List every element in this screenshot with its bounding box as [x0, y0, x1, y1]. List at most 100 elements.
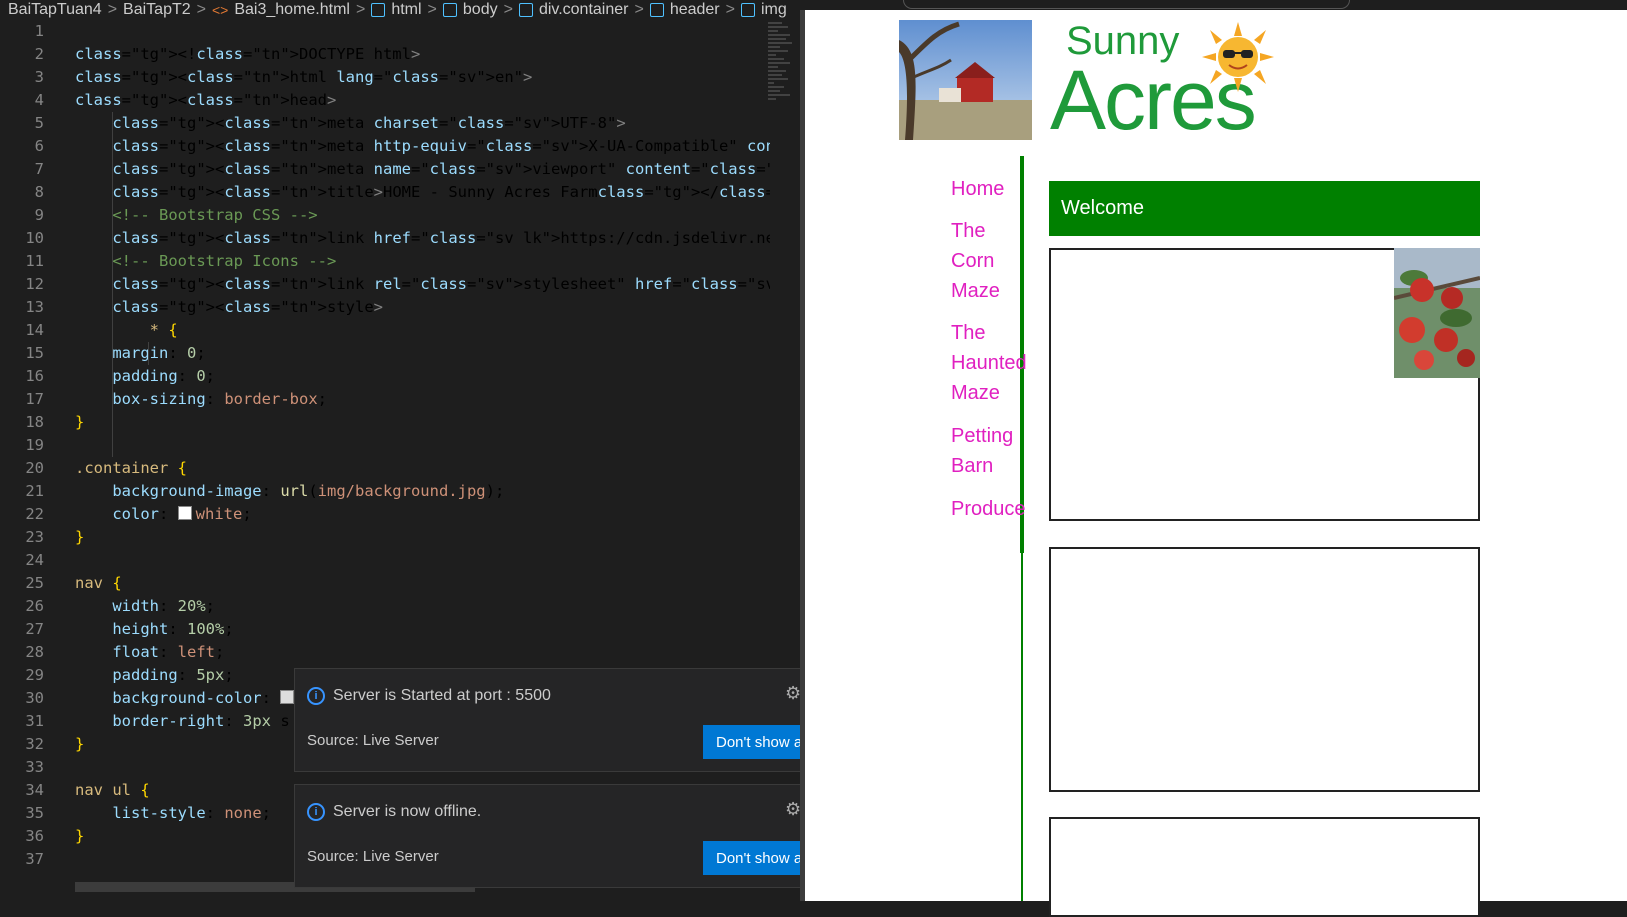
code-text: * {: [149, 321, 178, 339]
address-bar[interactable]: [903, 0, 1350, 9]
line-number: 20: [25, 459, 44, 477]
line-number: 31: [25, 712, 44, 730]
dont-show-again-button[interactable]: Don't show a: [703, 841, 803, 875]
code-text: class="tg"><class="tn">link href="class=…: [112, 229, 770, 247]
code-text: class="tg"><!class="tn">DOCTYPE html>: [75, 45, 421, 63]
breadcrumb-item-subfolder[interactable]: BaiTapT2: [123, 1, 191, 19]
line-number: 21: [25, 482, 44, 500]
code-text: class="tg"><class="tn">link rel="class="…: [112, 275, 770, 293]
info-icon: i: [307, 803, 325, 821]
line-number: 9: [34, 206, 44, 224]
code-text: <!-- Bootstrap Icons -->: [75, 252, 337, 270]
line-number: 19: [25, 436, 44, 454]
line-number: 36: [25, 827, 44, 845]
code-text: nav ul {: [75, 781, 150, 799]
info-icon: i: [307, 687, 325, 705]
line-number: 14: [25, 321, 44, 339]
line-number: 16: [25, 367, 44, 385]
code-text: height: 100%;: [112, 620, 234, 638]
line-number: 34: [25, 781, 44, 799]
code-text: float: left;: [112, 643, 225, 661]
code-text: class="tg"><class="tn">style>: [112, 298, 383, 316]
element-icon: [442, 3, 457, 17]
welcome-heading: Welcome: [1049, 181, 1480, 236]
nav-link-petting-barn[interactable]: Petting Barn: [951, 421, 1013, 481]
line-number: 7: [34, 160, 44, 178]
line-number: 24: [25, 551, 44, 569]
element-icon: [740, 3, 755, 17]
code-text: class="tg"><class="tn">title>HOME - Sunn…: [112, 183, 770, 201]
code-text: width: 20%;: [112, 597, 216, 615]
chevron-right-icon: >: [503, 1, 513, 18]
line-number: 30: [25, 689, 44, 707]
notification-message: Server is now offline.: [333, 803, 482, 820]
gear-icon[interactable]: ⚙: [785, 683, 801, 704]
notification-message: Server is Started at port : 5500: [333, 687, 551, 704]
code-text: }: [75, 528, 85, 546]
nav-link-corn-maze[interactable]: The Corn Maze: [951, 216, 1000, 306]
content-box: [1049, 817, 1480, 917]
line-number: 35: [25, 804, 44, 822]
nav-link-haunted-maze[interactable]: The Haunted Maze: [951, 318, 1027, 408]
line-number: 2: [34, 45, 44, 63]
line-number: 37: [25, 850, 44, 868]
indent-guide: [148, 342, 149, 365]
code-text: class="tg"><class="tn">meta name="class=…: [112, 160, 770, 178]
breadcrumb-item-img[interactable]: img: [761, 1, 787, 19]
line-number: 27: [25, 620, 44, 638]
nav-border-line: [1021, 553, 1023, 901]
code-text: .container {: [75, 459, 188, 477]
chevron-right-icon: >: [427, 1, 437, 18]
farm-photo: [899, 20, 1032, 140]
line-number: 8: [34, 183, 44, 201]
line-number: 4: [34, 91, 44, 109]
notification-server-started: i Server is Started at port : 5500 ⚙ Sou…: [294, 668, 804, 772]
sun-sunglasses-icon: [1196, 22, 1280, 92]
code-text: }: [75, 735, 85, 753]
line-number: 18: [25, 413, 44, 431]
breadcrumb-item-container[interactable]: div.container: [539, 1, 629, 19]
dont-show-again-button[interactable]: Don't show a: [703, 725, 803, 759]
gear-icon[interactable]: ⚙: [785, 799, 801, 820]
element-icon: [518, 3, 533, 17]
line-number: 12: [25, 275, 44, 293]
nav-link-home[interactable]: Home: [951, 174, 1004, 204]
chevron-right-icon: >: [355, 1, 366, 18]
code-text: border-right: 3px s: [112, 712, 290, 730]
line-number: 23: [25, 528, 44, 546]
content-box: [1049, 547, 1480, 792]
element-icon: [649, 3, 664, 17]
line-number: 11: [25, 252, 44, 270]
minimap[interactable]: [768, 20, 800, 320]
breadcrumb-item-body[interactable]: body: [463, 1, 498, 19]
line-number: 6: [34, 137, 44, 155]
code-text: }: [75, 413, 85, 431]
breadcrumb: BaiTapTuan4 > BaiTapT2 > <> Bai3_home.ht…: [0, 0, 800, 20]
line-number: 26: [25, 597, 44, 615]
html-file-icon: <>: [211, 2, 229, 18]
code-text: class="tg"><class="tn">head>: [75, 91, 337, 109]
line-number: 13: [25, 298, 44, 316]
line-number: 15: [25, 344, 44, 362]
element-icon: [371, 3, 386, 17]
line-number: 29: [25, 666, 44, 684]
breadcrumb-item-html[interactable]: html: [391, 1, 421, 19]
code-text: margin: 0;: [112, 344, 206, 362]
breadcrumb-item-header[interactable]: header: [670, 1, 720, 19]
code-text: class="tg"><class="tn">meta http-equiv="…: [112, 137, 770, 155]
line-number: 22: [25, 505, 44, 523]
chevron-right-icon: >: [107, 1, 118, 18]
apple-photo: [1394, 248, 1480, 378]
line-number: 17: [25, 390, 44, 408]
code-text: padding: 0;: [112, 367, 216, 385]
breadcrumb-item-folder[interactable]: BaiTapTuan4: [8, 1, 102, 19]
line-number: 33: [25, 758, 44, 776]
code-text: nav {: [75, 574, 122, 592]
chevron-right-icon: >: [196, 1, 206, 18]
breadcrumb-item-file[interactable]: Bai3_home.html: [234, 1, 350, 19]
line-number: 28: [25, 643, 44, 661]
nav-link-produce[interactable]: Produce: [951, 494, 1026, 524]
line-number: 25: [25, 574, 44, 592]
chevron-right-icon: >: [725, 1, 735, 18]
code-text: class="tg"><class="tn">meta charset="cla…: [112, 114, 626, 132]
